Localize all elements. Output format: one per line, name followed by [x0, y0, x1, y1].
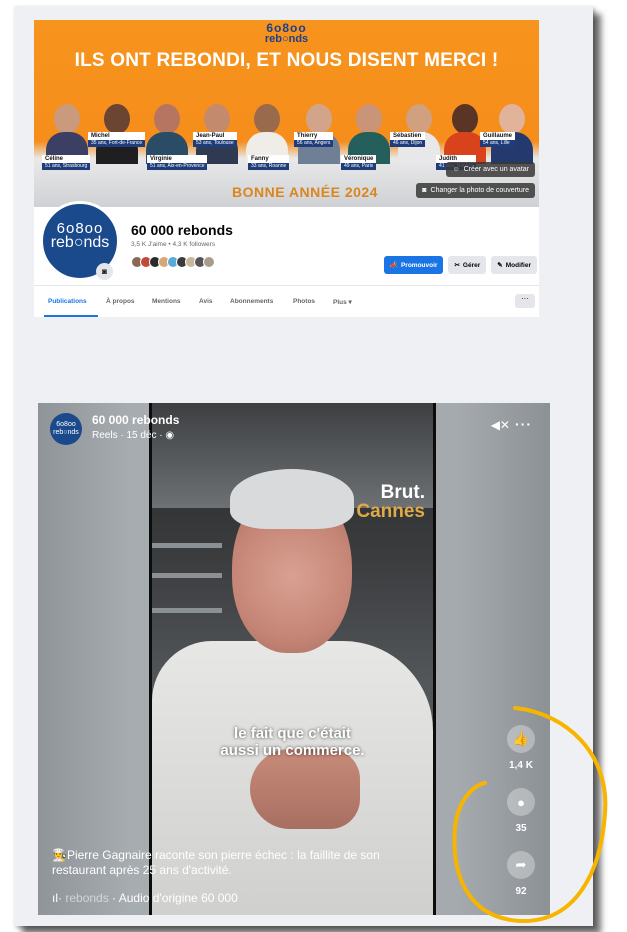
create-avatar-button[interactable]: ☺ Créer avec un avatar — [446, 162, 535, 177]
person-photo — [296, 98, 342, 164]
camera-icon: ◙ — [422, 187, 427, 194]
page-tabs: Publications À propos Mentions Avis Abon… — [34, 285, 539, 317]
person-tag: Michel 35 ans, Fort-de-France — [88, 132, 146, 147]
cover-photo: 6o8oo reb○nds ILS ONT REBONDI, ET NOUS D… — [34, 20, 539, 207]
reel-meta: Reels · 15 déc · ◉ — [92, 430, 175, 441]
person-tag: Jean-Paul 53 ans, Toulouse — [193, 132, 237, 147]
follower-avatars[interactable] — [131, 256, 215, 268]
annotation-circle — [452, 706, 608, 924]
tab-more[interactable]: Plus ▾ — [333, 298, 352, 306]
pencil-icon: ✎ — [497, 262, 503, 269]
reel-page-avatar[interactable]: 6o8oo reb○nds — [50, 413, 82, 445]
video-subtitle: le fait que c'était aussi un commerce. — [220, 725, 365, 759]
page-stats[interactable]: 3,5 K J'aime • 4,3 K followers — [131, 241, 215, 248]
person-tag: Céline 51 ans, Strasbourg — [42, 155, 91, 170]
tab-reviews[interactable]: Avis — [199, 298, 213, 305]
person-tag: Thierry 56 ans, Angers — [294, 132, 334, 147]
promote-button[interactable]: 📣 Promouvoir — [383, 256, 444, 274]
cover-logo: 6o8oo reb○nds — [264, 21, 309, 45]
audio-wave-icon: ıl· — [52, 891, 62, 905]
person-tag: Guillaume 54 ans, Lille — [480, 132, 516, 147]
tab-mentions[interactable]: Mentions — [152, 298, 181, 305]
reel-audio[interactable]: ıl· rebonds · Audio d'origine 60 000 — [52, 891, 352, 905]
manage-button[interactable]: ✂ Gérer — [448, 256, 487, 274]
brut-watermark: Brut. Cannes — [356, 482, 425, 522]
more-icon[interactable]: ··· — [515, 416, 532, 432]
avatar-icon: ☺ — [452, 166, 460, 173]
tab-photos[interactable]: Photos — [293, 298, 315, 305]
person-tag: Fanny 33 ans, Roanne — [248, 155, 290, 170]
person-photo — [489, 98, 535, 164]
tab-publications[interactable]: Publications — [48, 298, 87, 305]
mute-icon[interactable]: ◀✕ — [491, 418, 510, 432]
camera-icon[interactable]: ◙ — [96, 263, 113, 280]
tools-icon: ✂ — [454, 262, 460, 269]
cover-people — [34, 94, 539, 164]
person-tag: Véronique 49 ans, Paris — [341, 155, 377, 170]
change-cover-button[interactable]: ◙ Changer la photo de couverture — [416, 183, 535, 198]
tab-about[interactable]: À propos — [106, 298, 135, 305]
more-options-button[interactable]: ··· — [515, 294, 535, 308]
page-profile-header: 6o8oo reb○nds ◙ 60 000 rebonds 3,5 K J'a… — [34, 201, 539, 285]
cover-title: ILS ONT REBONDI, ET NOUS DISENT MERCI ! — [74, 50, 499, 71]
reel-video-frame[interactable]: Brut. Cannes le fait que c'était aussi u… — [149, 403, 436, 915]
page-name: 60 000 rebonds — [131, 222, 233, 238]
person-tag: Virginie 51 ans, Aix-en-Provence — [147, 155, 208, 170]
person-tag: Sébastien 46 ans, Dijon — [390, 132, 426, 147]
cover-year-text: BONNE ANNÉE 2024 — [232, 184, 378, 200]
reel-caption: 👨‍🍳Pierre Gagnaire raconte son pierre éc… — [52, 848, 380, 877]
tab-subscriptions[interactable]: Abonnements — [230, 298, 273, 305]
active-tab-indicator — [44, 315, 98, 317]
person-photo — [94, 98, 140, 164]
profile-actions: 📣 Promouvoir ✂ Gérer ✎ Modifier — [383, 256, 537, 274]
chef-hand — [250, 749, 360, 829]
edit-button[interactable]: ✎ Modifier — [491, 256, 537, 274]
megaphone-icon: 📣 — [389, 262, 398, 269]
reel-page-name[interactable]: 60 000 rebonds — [92, 413, 179, 427]
chef-hair — [230, 469, 354, 529]
globe-icon: ◉ — [165, 430, 175, 441]
